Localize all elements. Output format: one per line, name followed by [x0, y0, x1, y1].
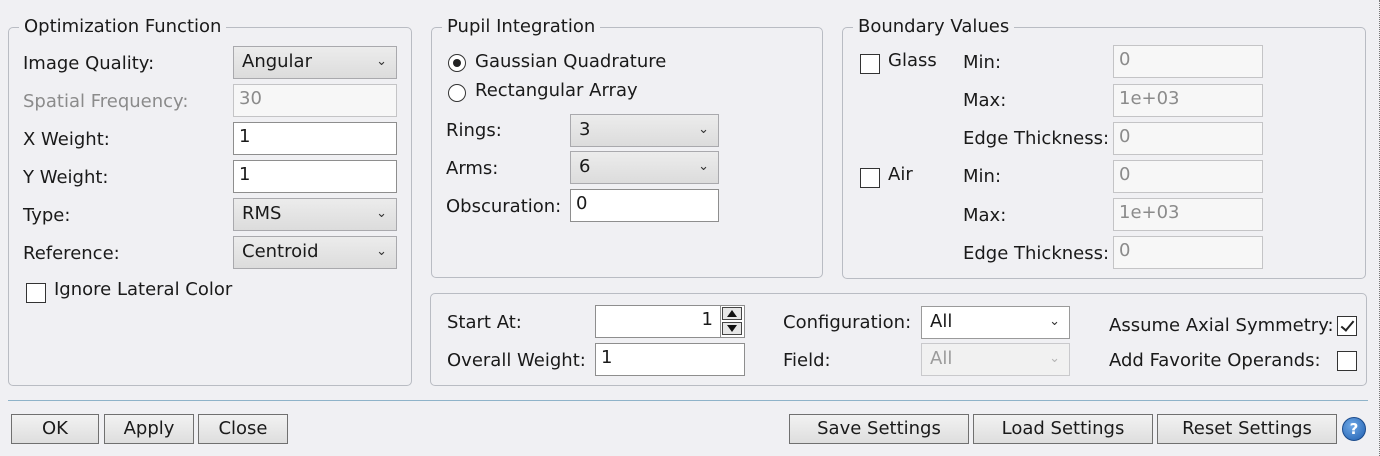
- y-weight-input[interactable]: 1: [233, 160, 397, 193]
- save-settings-button[interactable]: Save Settings: [789, 414, 969, 444]
- glass-max-input: 1e+03: [1113, 84, 1263, 117]
- arrow-down-icon[interactable]: [722, 322, 742, 335]
- assume-axial-symmetry-checkbox[interactable]: [1337, 316, 1357, 336]
- add-favorite-operands-label: Add Favorite Operands:: [1109, 350, 1321, 371]
- spatial-frequency-label: Spatial Frequency:: [23, 91, 189, 112]
- x-weight-label: X Weight:: [23, 129, 110, 150]
- rectangular-array-label: Rectangular Array: [475, 80, 638, 101]
- start-at-input[interactable]: 1: [595, 305, 745, 338]
- add-favorite-operands-checkbox[interactable]: [1337, 351, 1357, 371]
- field-value: All: [930, 348, 953, 369]
- arms-label: Arms:: [446, 158, 499, 179]
- field-select: All ⌄: [921, 343, 1070, 376]
- arrow-up-icon[interactable]: [722, 307, 742, 320]
- optimization-function-title: Optimization Function: [19, 16, 227, 38]
- chevron-down-icon: ⌄: [1049, 351, 1060, 366]
- air-checkbox[interactable]: [860, 168, 880, 188]
- reference-select[interactable]: Centroid ⌄: [233, 236, 397, 269]
- close-button[interactable]: Close: [198, 414, 288, 444]
- configuration-value: All: [930, 311, 953, 332]
- glass-checkbox[interactable]: [860, 54, 880, 74]
- chevron-down-icon: ⌄: [698, 122, 709, 137]
- glass-edge-thickness-input: 0: [1113, 122, 1263, 155]
- air-edge-thickness-input: 0: [1113, 236, 1263, 269]
- obscuration-input[interactable]: 0: [570, 189, 719, 222]
- y-weight-label: Y Weight:: [23, 167, 109, 188]
- gaussian-quadrature-radio[interactable]: [448, 54, 466, 72]
- air-min-input: 0: [1113, 160, 1263, 193]
- arms-value: 6: [579, 156, 591, 177]
- reset-settings-button[interactable]: Reset Settings: [1157, 414, 1337, 444]
- field-label: Field:: [783, 350, 831, 371]
- chevron-down-icon: ⌄: [698, 159, 709, 174]
- help-icon[interactable]: ?: [1342, 417, 1366, 441]
- spatial-frequency-input: 30: [233, 84, 397, 117]
- boundary-values-title: Boundary Values: [853, 16, 1015, 38]
- image-quality-label: Image Quality:: [23, 53, 155, 74]
- air-max-input: 1e+03: [1113, 198, 1263, 231]
- x-weight-input[interactable]: 1: [233, 122, 397, 155]
- load-settings-button[interactable]: Load Settings: [973, 414, 1153, 444]
- air-edge-thickness-label: Edge Thickness:: [963, 243, 1110, 264]
- obscuration-label: Obscuration:: [446, 196, 562, 217]
- start-at-label: Start At:: [447, 312, 522, 333]
- type-label: Type:: [23, 205, 71, 226]
- reference-label: Reference:: [23, 243, 120, 264]
- chevron-down-icon: ⌄: [376, 54, 387, 69]
- apply-button[interactable]: Apply: [104, 414, 194, 444]
- chevron-down-icon: ⌄: [376, 206, 387, 221]
- glass-edge-thickness-label: Edge Thickness:: [963, 128, 1110, 149]
- ignore-lateral-color-checkbox[interactable]: [26, 283, 46, 303]
- glass-min-input: 0: [1113, 45, 1263, 78]
- gaussian-quadrature-label: Gaussian Quadrature: [475, 51, 667, 72]
- pupil-integration-title: Pupil Integration: [442, 16, 601, 38]
- start-at-stepper[interactable]: [720, 306, 744, 337]
- start-at-value: 1: [701, 309, 713, 330]
- rectangular-array-radio[interactable]: [448, 84, 466, 102]
- air-label: Air: [888, 164, 913, 185]
- reference-value: Centroid: [242, 241, 319, 262]
- image-quality-select[interactable]: Angular ⌄: [233, 46, 397, 79]
- chevron-down-icon: ⌄: [376, 244, 387, 259]
- rings-select[interactable]: 3 ⌄: [570, 114, 719, 147]
- air-min-label: Min:: [963, 166, 1002, 187]
- configuration-select[interactable]: All ⌄: [921, 306, 1070, 339]
- overall-weight-label: Overall Weight:: [447, 350, 586, 371]
- glass-max-label: Max:: [963, 90, 1007, 111]
- ok-button[interactable]: OK: [11, 414, 99, 444]
- type-select[interactable]: RMS ⌄: [233, 198, 397, 231]
- overall-weight-input[interactable]: 1: [595, 343, 745, 376]
- ignore-lateral-color-label: Ignore Lateral Color: [54, 279, 233, 300]
- air-max-label: Max:: [963, 205, 1007, 226]
- chevron-down-icon: ⌄: [1049, 314, 1060, 329]
- glass-min-label: Min:: [963, 52, 1002, 73]
- assume-axial-symmetry-label: Assume Axial Symmetry:: [1109, 315, 1334, 336]
- rings-value: 3: [579, 119, 591, 140]
- glass-label: Glass: [888, 50, 937, 71]
- arms-select[interactable]: 6 ⌄: [570, 151, 719, 184]
- configuration-label: Configuration:: [783, 312, 912, 333]
- footer-divider: [8, 400, 1368, 401]
- rings-label: Rings:: [446, 120, 502, 141]
- image-quality-value: Angular: [242, 51, 312, 72]
- type-value: RMS: [242, 203, 282, 224]
